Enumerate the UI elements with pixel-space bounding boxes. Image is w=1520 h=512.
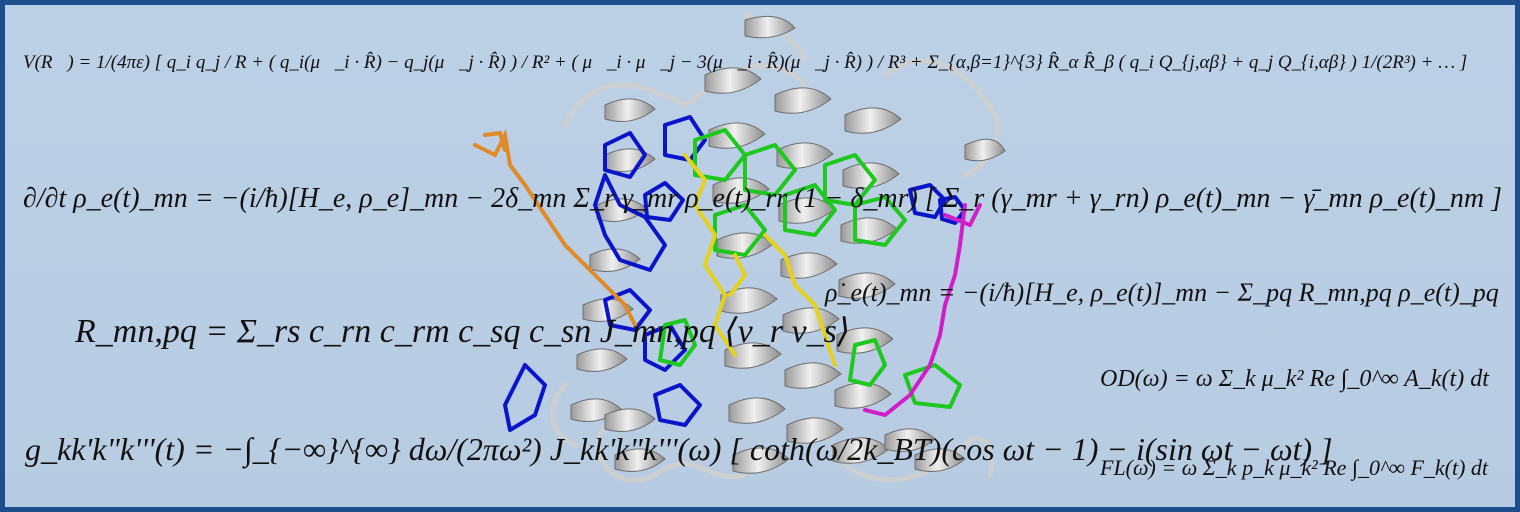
pigment-blue [503, 115, 967, 432]
helix-6 [744, 15, 796, 39]
equation-density-matrix-eom: ∂/∂t ρ_e(t)_mn = −(i/ħ)[H_e, ρ_e]_mn − 2… [23, 183, 1502, 214]
equation-redfield-equation: ρ̇_e(t)_mn = −(i/ħ)[H_e, ρ_e(t)]_mn − Σ_… [825, 278, 1499, 307]
equation-fluorescence: FL(ω) = ω Σ_k p_k μ_k² Re ∫_0^∞ F_k(t) d… [1100, 455, 1489, 480]
helix-2 [704, 67, 790, 474]
figure-frame: V(R⃗) = 1/(4πε) [ q_i q_j / R + ( q_i(μ⃗… [0, 0, 1520, 512]
equation-redfield-tensor: R_mn,pq = Σ_rs c_rn c_rm c_sq c_sn J_mn,… [75, 313, 851, 350]
helix-1 [570, 98, 656, 422]
equation-multipole-potential: V(R⃗) = 1/(4πε) [ q_i q_j / R + ( q_i(μ⃗… [23, 52, 1468, 73]
helix-3 [774, 87, 844, 444]
equation-absorption: OD(ω) = ω Σ_k μ_k² Re ∫_0^∞ A_k(t) dt [1100, 366, 1489, 392]
helix-7 [964, 138, 1006, 162]
